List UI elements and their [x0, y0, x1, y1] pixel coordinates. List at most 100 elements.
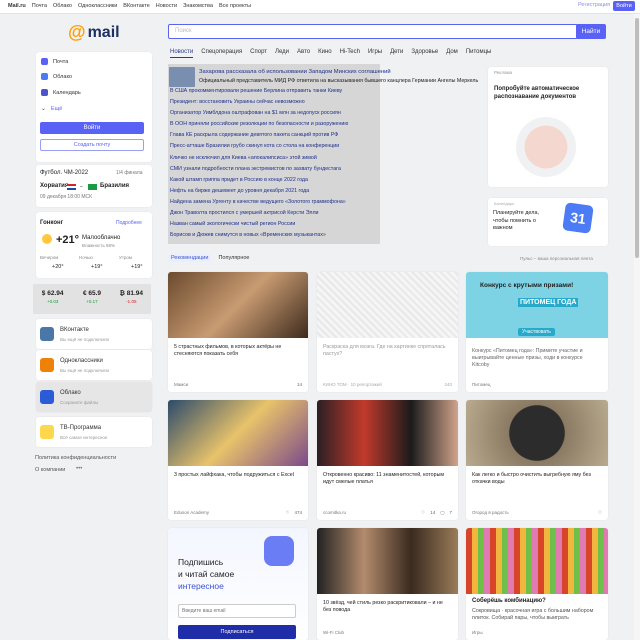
weather-more-link[interactable]: Подробнее	[116, 220, 142, 226]
heart-icon[interactable]: ♡	[598, 510, 602, 516]
tab-hitech[interactable]: Hi-Tech	[340, 49, 360, 58]
create-mail-button[interactable]: Создать почту	[40, 139, 144, 151]
sun-cloud-icon	[42, 234, 52, 244]
tab-pets[interactable]: Питомцы	[466, 49, 492, 58]
scrollbar-thumb[interactable]	[635, 18, 639, 258]
service-sub: Вы ещё не подключили	[60, 337, 110, 342]
top-link-mail[interactable]: Почта	[32, 3, 47, 9]
heart-icon[interactable]: ♡	[421, 510, 425, 516]
top-login-button[interactable]: Войти	[613, 1, 635, 11]
rec-card[interactable]: Как легко и быстро очистить выгребную ям…	[466, 400, 608, 520]
at-logo-icon: @	[68, 22, 86, 42]
recommendation-tabs: Рекомендации Популярное	[168, 254, 252, 262]
headline-item[interactable]: Организатор Уимблдона оштрафован на $1 м…	[170, 108, 348, 119]
tab-cinema[interactable]: Кино	[318, 49, 332, 58]
login-button[interactable]: Войти	[40, 122, 144, 134]
search-input[interactable]: Поиск	[168, 24, 578, 39]
comment-icon[interactable]: ▢	[440, 510, 444, 516]
tab-recommendations[interactable]: Рекомендации	[168, 254, 212, 262]
more-dots-icon[interactable]: •••	[76, 466, 82, 472]
weather-part-temp: +19°	[131, 264, 143, 270]
card-meta: ♡ 474	[285, 510, 302, 516]
top-link-cloud[interactable]: Облако	[53, 3, 72, 9]
card-meta: ♡ 14 ▢ 7	[421, 510, 452, 516]
tab-popular[interactable]: Популярное	[215, 254, 252, 262]
top-link-all-projects[interactable]: Все проекты	[219, 3, 251, 9]
headline-item[interactable]: Кличко не исключил для Киева «апокалипси…	[170, 153, 348, 164]
rec-card[interactable]: Раскраска для мозга. Где на картинке спр…	[317, 272, 458, 392]
rec-card[interactable]: Откровенно красиво: 11 знаменитостей, ко…	[317, 400, 458, 520]
headline-item[interactable]: Пресс-атташе Бразилии грубо скинул кота …	[170, 141, 348, 152]
headline-item[interactable]: В США прокомментировали решение Берлина …	[170, 86, 348, 97]
mail-logo[interactable]: @ mail	[68, 22, 120, 43]
top-link-news[interactable]: Новости	[156, 3, 177, 9]
tab-lady[interactable]: Леди	[275, 49, 289, 58]
tab-home[interactable]: Дом	[446, 49, 458, 58]
calendar-promo[interactable]: Календарь Планируйте дела, чтобы помнить…	[488, 198, 608, 246]
currency-rates[interactable]: $ 62.94 +0.03 € 65.9 +0.17 ₿ 81.94 -1.05	[33, 284, 151, 314]
register-link[interactable]: Регистрация	[578, 2, 610, 8]
sidebar-item-more[interactable]: ⌄ Ещё	[41, 105, 62, 113]
headline-item[interactable]: Глава КЕ раскрыла содержание девятого па…	[170, 130, 348, 141]
card-meta: 14	[297, 382, 302, 387]
like-count: 14	[430, 510, 436, 515]
rec-card[interactable]: 5 страстных фильмов, в которых актёры не…	[168, 272, 308, 392]
headline-item[interactable]: Нефть на бирже дешевеет до уровня декабр…	[170, 186, 348, 197]
subscribe-button[interactable]: Подписаться	[178, 625, 296, 639]
tab-special[interactable]: Спецоперация	[201, 49, 242, 58]
tab-kids[interactable]: Дети	[390, 49, 403, 58]
headline-item[interactable]: Найдена замена Ургенту в качестве ведуще…	[170, 197, 348, 208]
search-button[interactable]: Найти	[576, 24, 606, 39]
croatia-flag-icon	[67, 184, 76, 190]
ad-banner[interactable]: Реклама Попробуйте автоматическое распоз…	[488, 67, 608, 187]
headline-item[interactable]: Джон Траволта простился с умершей актрис…	[170, 208, 348, 219]
card-caption: Соберёшь комбинацию?	[472, 598, 546, 604]
top-news[interactable]: Захарова рассказала об использовании Зап…	[169, 67, 478, 87]
about-link[interactable]: О компании	[35, 467, 65, 473]
headline-item[interactable]: Президент: восстановить Украины сейчас н…	[170, 97, 348, 108]
service-title: Одноклассники	[60, 358, 103, 364]
brand-link[interactable]: Mail.ru	[8, 3, 26, 9]
rec-card[interactable]: Соберёшь комбинацию? Сокровища · красочн…	[466, 528, 608, 640]
tab-auto[interactable]: Авто	[297, 49, 310, 58]
rec-card[interactable]: Конкурс с крутыми призами! ПИТОМЕЦ ГОДА …	[466, 272, 608, 392]
match-date: 09 декабря 18:00 МСК	[40, 194, 93, 200]
tab-news[interactable]: Новости	[170, 49, 194, 58]
service-tv[interactable]: ТВ-Программа Всё самое интересное	[36, 417, 152, 447]
rate-delta: +0.17	[86, 299, 98, 304]
headline-item[interactable]: Назван самый экологически чистый регион …	[170, 219, 348, 230]
scrollbar[interactable]	[634, 14, 640, 640]
rec-card[interactable]: 3 простых лайфхака, чтобы подружиться с …	[168, 400, 308, 520]
card-subtitle: Сокровища · красочная игра с большим наб…	[472, 608, 594, 621]
tab-health[interactable]: Здоровье	[411, 49, 438, 58]
top-link-vk[interactable]: ВКонтакте	[123, 3, 149, 9]
sidebar-item-mail[interactable]: Почта	[41, 58, 68, 65]
top-news-title[interactable]: Захарова рассказала об использовании Зап…	[199, 69, 391, 75]
rec-card[interactable]: 10 звёзд, чей стиль резко раскритиковали…	[317, 528, 458, 640]
tab-games[interactable]: Игры	[368, 49, 382, 58]
top-link-dating[interactable]: Знакомства	[183, 3, 213, 9]
service-vk[interactable]: ВКонтакте Вы ещё не подключили	[36, 319, 152, 349]
privacy-link[interactable]: Политика конфиденциальности	[35, 455, 116, 461]
card-source: Wi-Fi Club	[323, 630, 344, 635]
headline-item[interactable]: В ООН приняли российские резолюции по бе…	[170, 119, 348, 130]
top-link-ok[interactable]: Одноклассники	[78, 3, 117, 9]
headline-item[interactable]: Какой штамп гриппа придет в Россию в кон…	[170, 175, 348, 186]
rate-delta: +0.03	[46, 299, 59, 304]
participate-button[interactable]: Участвовать	[518, 328, 555, 336]
sidebar-item-cloud[interactable]: Облако	[41, 73, 72, 80]
sidebar-nav: Почта Облако Календарь ⌄ Ещё Войти Созда…	[36, 52, 152, 162]
email-input[interactable]	[178, 604, 296, 618]
tab-sport[interactable]: Спорт	[250, 49, 267, 58]
football-widget[interactable]: Футбол. ЧМ-2022 1/4 финала Хорватия – Бр…	[36, 165, 152, 207]
headline-item[interactable]: СМИ узнали подробности плана экстремисто…	[170, 164, 348, 175]
weather-widget[interactable]: Гонконг Подробнее +21° Малооблачно Влажн…	[36, 212, 152, 278]
chevron-down-icon: ⌄	[41, 106, 47, 112]
headline-item[interactable]: Борисов и Дюжев снимутся в новых «Времен…	[170, 230, 348, 241]
team-1: Хорватия	[40, 183, 69, 189]
service-ok[interactable]: Одноклассники Вы ещё не подключили	[36, 350, 152, 380]
sidebar-item-calendar[interactable]: Календарь	[41, 89, 81, 96]
football-title: Футбол. ЧМ-2022	[40, 170, 89, 176]
service-cloud[interactable]: Облако Сохраните файлы	[36, 382, 152, 412]
heart-icon[interactable]: ♡	[285, 510, 289, 516]
